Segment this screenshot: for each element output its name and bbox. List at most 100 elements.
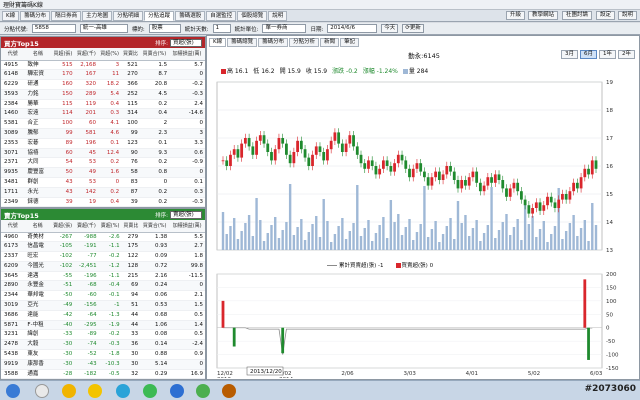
top-button-3[interactable]: 教學網站 xyxy=(528,11,559,20)
buy-row[interactable]: 3481 群創 43 53 0 83 0 0.1 xyxy=(1,177,205,188)
candle-body xyxy=(288,154,292,164)
sell-row[interactable]: 2337 旺宏 -102 -77 -0.2 122 0.09 1.8 xyxy=(1,251,205,262)
sell-col-7[interactable]: 加權損益(萬) xyxy=(169,220,205,233)
tab-8[interactable]: 個股總覽 xyxy=(237,10,268,21)
sell-col-5[interactable]: 買賣比 xyxy=(121,220,141,233)
tab-5[interactable]: 分點追蹤 xyxy=(144,10,175,21)
browser-icon[interactable] xyxy=(116,384,130,398)
sell-row[interactable]: 2890 永豐金 -51 -68 -0.4 69 0.24 0 xyxy=(1,280,205,292)
tab-6[interactable]: 籌碼選股 xyxy=(175,10,206,21)
buy-row[interactable]: 6229 研通 160 320 18.2 366 20.8 -0.2 xyxy=(1,79,205,90)
top-button-0[interactable]: 說明 xyxy=(618,11,638,20)
sell-row[interactable]: 3231 緯創 -33 -89 -0.2 33 0.08 0.5 xyxy=(1,329,205,341)
chart-subtab-0[interactable]: K線 xyxy=(209,38,227,47)
app-icon[interactable] xyxy=(35,384,49,398)
top-button-1[interactable]: 設定 xyxy=(596,11,616,20)
buy-row[interactable]: 5381 合正 100 60 4.1 100 2 0 xyxy=(1,118,205,130)
tab-3[interactable]: 主力地圖 xyxy=(82,10,113,21)
buy-row[interactable]: 9935 慶豐富 50 49 1.6 58 0.8 0 xyxy=(1,167,205,179)
date-picker[interactable]: 2014/6/6 xyxy=(327,24,378,33)
buy-col-2[interactable]: 買超(張) xyxy=(51,48,75,61)
ie-icon[interactable] xyxy=(170,384,184,398)
buy-col-1[interactable]: 名稱 xyxy=(24,48,52,61)
chart-subtab-5[interactable]: 筆記 xyxy=(340,38,360,47)
today-button[interactable]: 今天 xyxy=(381,24,399,33)
chart-subtab-3[interactable]: 分點分析 xyxy=(289,38,320,47)
chart-subtab-1[interactable]: 籌碼總覽 xyxy=(227,38,258,47)
sell-row[interactable]: 5438 東友 -30 -52 -1.8 30 0.88 0.9 xyxy=(1,349,205,360)
buy-row[interactable]: 3593 力銘 150 289 5.4 252 4.5 -0.3 xyxy=(1,89,205,100)
sell-sort-select[interactable]: 賣超(張) xyxy=(170,210,202,219)
buy-col-0[interactable]: 代號 xyxy=(1,48,25,61)
buy-cell: 521 xyxy=(121,60,140,71)
sell-col-4[interactable]: 賣超(%) xyxy=(98,220,122,233)
candle-body xyxy=(564,194,568,200)
buy-row[interactable]: 1711 永光 43 142 0.2 87 0.2 0.3 xyxy=(1,187,205,198)
sell-col-1[interactable]: 名稱 xyxy=(24,220,51,233)
sell-col-2[interactable]: 賣超(張) xyxy=(50,220,75,233)
sell-col-0[interactable]: 代號 xyxy=(1,220,25,233)
buy-col-6[interactable]: 買賣合(%) xyxy=(139,48,170,61)
branch-code-input[interactable]: 5858 xyxy=(31,24,76,33)
buy-row[interactable]: 2349 錸德 39 19 0.4 39 0.2 -0.3 xyxy=(1,197,205,208)
period-2[interactable]: 1年 xyxy=(599,50,616,59)
sell-col-6[interactable]: 買賣合(%) xyxy=(140,220,170,233)
unit-select[interactable]: 單一券商 xyxy=(262,24,307,33)
top-button-4[interactable]: 升級 xyxy=(506,11,526,20)
sell-row[interactable]: 3645 達邁 -55 -196 -1.1 215 2.16 -11.5 xyxy=(1,271,205,282)
type-select[interactable]: 股票 xyxy=(148,24,181,33)
buy-row[interactable]: 2384 勝華 115 119 0.4 115 0.2 2.4 xyxy=(1,99,205,110)
buy-row[interactable]: 2371 大同 54 53 0.2 76 0.2 -0.9 xyxy=(1,157,205,169)
candle-body xyxy=(542,205,546,211)
period-1[interactable]: 6月 xyxy=(580,50,597,59)
sell-row[interactable]: 6209 今國光 -102 -2,451 -1.2 128 0.72 99.8 xyxy=(1,261,205,272)
line-icon[interactable] xyxy=(143,384,157,398)
sell-row[interactable]: 6173 信昌電 -105 -191 -1.1 175 0.93 2.7 xyxy=(1,241,205,253)
folder-icon[interactable] xyxy=(62,384,76,398)
sell-row[interactable]: 4960 奇美材 -267 -988 -2.6 279 1.38 5.5 xyxy=(1,232,205,243)
sell-row[interactable]: 9919 康那香 -30 -43 -10.3 30 5.14 0 xyxy=(1,359,205,370)
norton-icon[interactable] xyxy=(88,384,102,398)
tab-7[interactable]: 自選監控 xyxy=(206,10,237,21)
buy-row[interactable]: 3089 騰郁 99 581 4.6 99 2.3 3 xyxy=(1,128,205,139)
tab-4[interactable]: 分點明細 xyxy=(113,10,144,21)
tab-0[interactable]: K線 xyxy=(2,10,20,21)
buy-col-3[interactable]: 買超(千) xyxy=(74,48,99,61)
chart-subtab-4[interactable]: 新聞 xyxy=(320,38,340,47)
tab-2[interactable]: 隔日券商 xyxy=(51,10,82,21)
top-button-2[interactable]: 社團討論 xyxy=(562,11,593,20)
sell-row[interactable]: 5871 F-中租 -40 -295 -1.9 44 1.06 1.4 xyxy=(1,320,205,331)
chart-subtab-2[interactable]: 籌碼分布 xyxy=(258,38,289,47)
refresh-button[interactable]: ⟳更新 xyxy=(402,24,424,33)
buy-row[interactable]: 2353 宏碁 89 196 0.1 123 0.1 3.3 xyxy=(1,138,205,149)
phone-icon[interactable] xyxy=(196,384,210,398)
sell-row[interactable]: 2478 大毅 -30 -74 -0.3 36 0.14 -2.4 xyxy=(1,339,205,351)
buy-sort-select[interactable]: 買超(張) xyxy=(170,38,202,47)
sell-row[interactable]: 3588 通嘉 -28 -182 -0.5 32 0.29 16.9 xyxy=(1,369,205,380)
kline-chart[interactable]: 13141516171819200150100500-50-100-15012/… xyxy=(207,78,639,378)
sell-col-3[interactable]: 賣超(千) xyxy=(74,220,99,233)
period-0[interactable]: 3月 xyxy=(561,50,578,59)
candle-body xyxy=(531,208,534,214)
tab-1[interactable]: 籌碼分布 xyxy=(20,10,51,21)
period-3[interactable]: 2年 xyxy=(618,50,635,59)
buy-cell: 53 xyxy=(74,157,99,169)
buy-col-5[interactable]: 買賣比 xyxy=(121,48,140,61)
sell-row[interactable]: 2344 華邦電 -50 -60 -0.1 94 0.06 2.1 xyxy=(1,290,205,302)
stock-app-icon[interactable] xyxy=(222,384,236,398)
volume-bar xyxy=(333,234,337,250)
buy-row[interactable]: 1460 宏遠 114 201 0.3 314 0.4 -14.6 xyxy=(1,108,205,120)
volume-bar xyxy=(460,223,463,250)
branch-name-select[interactable]: 統一-高雄 xyxy=(79,24,128,33)
tab-9[interactable]: 說明 xyxy=(268,10,288,21)
sell-row[interactable]: 3019 亞光 -49 -156 -1 51 0.53 1.5 xyxy=(1,300,205,311)
sell-row[interactable]: 3686 達能 -42 -64 -1.3 44 0.68 0.5 xyxy=(1,310,205,321)
start-icon[interactable] xyxy=(6,384,20,398)
days-select[interactable]: 1 xyxy=(212,24,231,33)
buy-row[interactable]: 6148 驊宏資 170 167 11 270 8.7 0 xyxy=(1,69,205,81)
buy-row[interactable]: 3071 協禧 60 45 12.4 90 9.3 0.6 xyxy=(1,148,205,159)
buy-cell: 5.4 xyxy=(98,89,122,100)
buy-col-4[interactable]: 買超(%) xyxy=(98,48,122,61)
buy-col-7[interactable]: 加權損益(萬) xyxy=(169,48,205,61)
buy-row[interactable]: 4915 致伸 515 2,168 3 521 1.5 5.7 xyxy=(1,60,205,71)
